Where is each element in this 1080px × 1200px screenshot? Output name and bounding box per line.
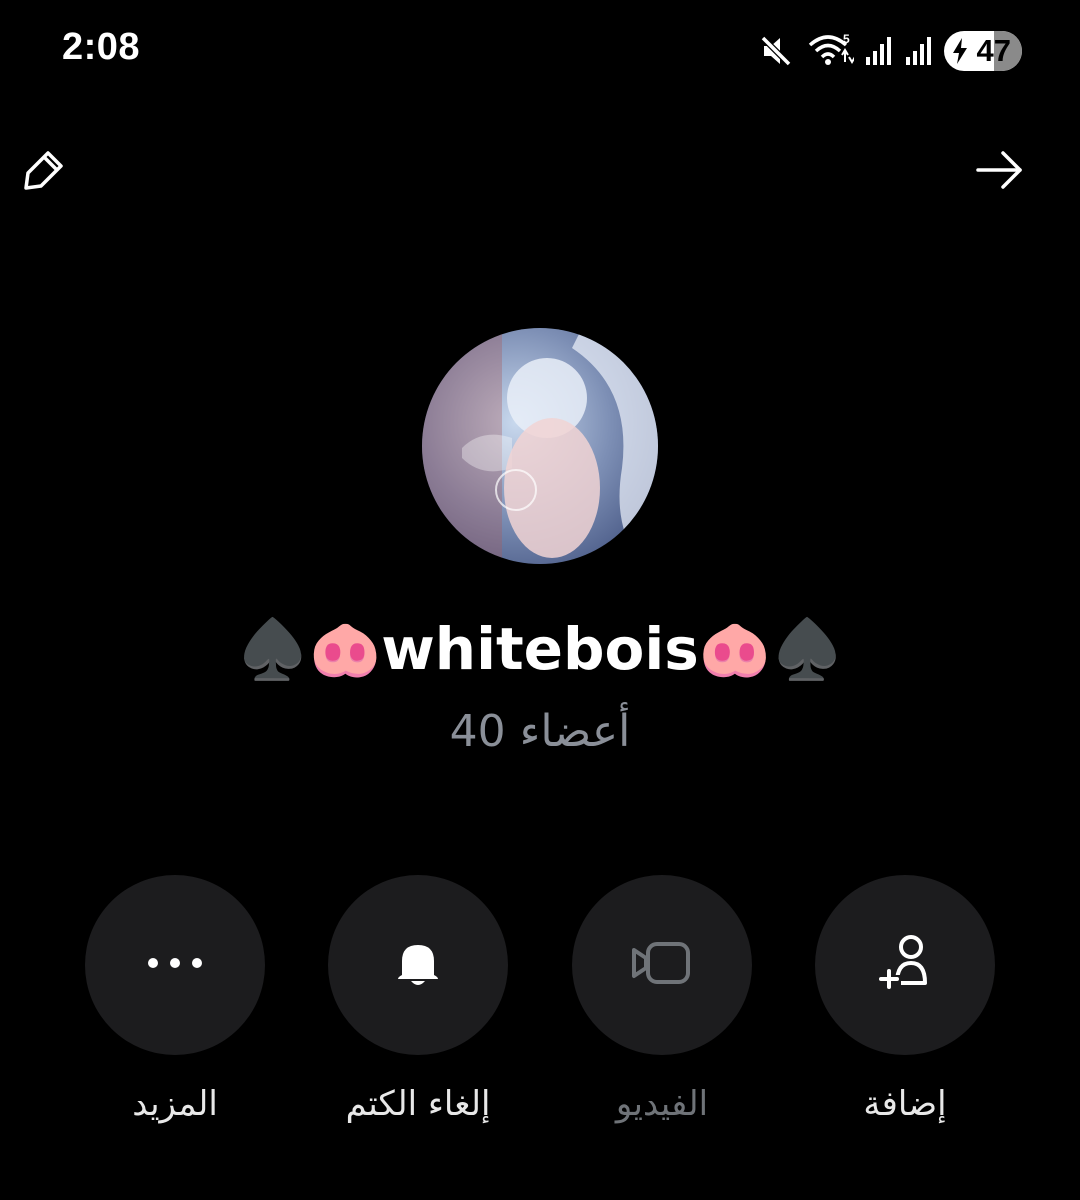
video-button-circle[interactable] [572,875,752,1055]
status-icons: 5 47 [756,29,1022,73]
group-avatar[interactable] [422,328,658,564]
edit-button[interactable] [14,140,78,204]
more-button-circle[interactable] [85,875,265,1055]
add-person-icon [873,931,937,999]
wifi-icon: 5 [806,31,854,71]
more-label: المزيد [132,1084,218,1124]
add-member-button[interactable]: إضافة [785,875,1025,1127]
bell-icon [388,933,448,997]
battery-level: 47 [976,33,1011,68]
status-time: 2:08 [62,26,141,68]
member-count[interactable]: 40 أعضاء [0,700,1080,764]
add-member-label: إضافة [863,1084,947,1124]
video-label: الفيديو [615,1084,709,1124]
signal-icon [864,31,894,71]
svg-text:5: 5 [843,32,850,46]
action-row: المزيد إلغاء الكتم الفيديو إضافة [0,875,1080,1175]
forward-button[interactable] [968,140,1032,204]
video-camera-icon [630,938,694,992]
group-name: ♠️🐽whitebois🐽♠️ [236,615,844,683]
arrow-right-icon [970,140,1030,204]
group-avatar-image [422,328,658,564]
video-button[interactable]: الفيديو [542,875,782,1127]
unmute-button-circle[interactable] [328,875,508,1055]
more-button[interactable]: المزيد [55,875,295,1127]
pencil-icon [16,140,76,204]
mute-icon [756,31,796,71]
unmute-button[interactable]: إلغاء الكتم [298,875,538,1127]
status-bar: 2:08 5 47 [0,0,1080,100]
signal-icon [904,31,934,71]
battery-charging-icon: 47 [944,31,1022,71]
add-member-button-circle[interactable] [815,875,995,1055]
more-dots-icon [145,953,205,977]
unmute-label: إلغاء الكتم [345,1084,491,1124]
